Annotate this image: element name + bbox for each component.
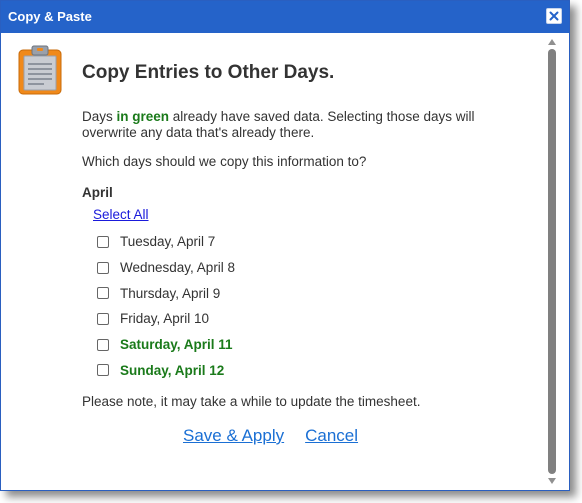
day-label: Tuesday, April 7 — [120, 234, 216, 250]
day-option-april-7[interactable]: Tuesday, April 7 — [97, 229, 235, 255]
day-option-april-11[interactable]: Saturday, April 11 — [97, 332, 235, 358]
day-label: Sunday, April 12 — [120, 362, 225, 378]
cancel-button[interactable]: Cancel — [305, 426, 358, 446]
note-text: Please note, it may take a while to upda… — [82, 394, 421, 409]
dialog-actions: Save & Apply Cancel — [183, 426, 358, 446]
day-list: Tuesday, April 7 Wednesday, April 8 Thur… — [97, 229, 235, 383]
close-icon — [549, 11, 559, 21]
day-checkbox[interactable] — [97, 261, 109, 274]
close-button[interactable] — [546, 8, 562, 24]
day-label: Friday, April 10 — [120, 311, 210, 327]
select-all-link[interactable]: Select All — [93, 207, 149, 222]
save-apply-button[interactable]: Save & Apply — [183, 426, 284, 446]
day-checkbox[interactable] — [97, 235, 109, 248]
day-option-april-10[interactable]: Friday, April 10 — [97, 306, 235, 332]
scroll-down-arrow-icon[interactable] — [547, 476, 557, 486]
day-checkbox[interactable] — [97, 364, 109, 377]
dialog-content: Copy Entries to Other Days. Days in gree… — [1, 33, 544, 490]
day-checkbox[interactable] — [97, 338, 109, 351]
day-label: Saturday, April 11 — [120, 337, 233, 353]
day-checkbox[interactable] — [97, 312, 109, 325]
question-text: Which days should we copy this informati… — [82, 154, 367, 169]
copy-paste-dialog: Copy & Paste Copy Entries to Other Days.… — [0, 0, 570, 491]
day-checkbox[interactable] — [97, 287, 109, 300]
month-label: April — [82, 185, 113, 200]
intro-text: Days in green already have saved data. S… — [82, 109, 522, 141]
vertical-scrollbar[interactable] — [545, 33, 559, 490]
intro-prefix: Days — [82, 109, 117, 124]
day-option-april-9[interactable]: Thursday, April 9 — [97, 280, 235, 306]
dialog-titlebar: Copy & Paste — [1, 1, 569, 33]
dialog-title: Copy & Paste — [8, 9, 92, 24]
clipboard-icon — [18, 45, 62, 95]
dialog-heading: Copy Entries to Other Days. — [82, 62, 335, 83]
scrollbar-thumb[interactable] — [548, 49, 556, 474]
intro-highlight: in green — [116, 109, 170, 124]
scroll-up-arrow-icon[interactable] — [547, 37, 557, 47]
day-option-april-8[interactable]: Wednesday, April 8 — [97, 255, 235, 281]
day-label: Wednesday, April 8 — [120, 260, 236, 276]
day-option-april-12[interactable]: Sunday, April 12 — [97, 357, 235, 383]
day-label: Thursday, April 9 — [120, 285, 221, 301]
